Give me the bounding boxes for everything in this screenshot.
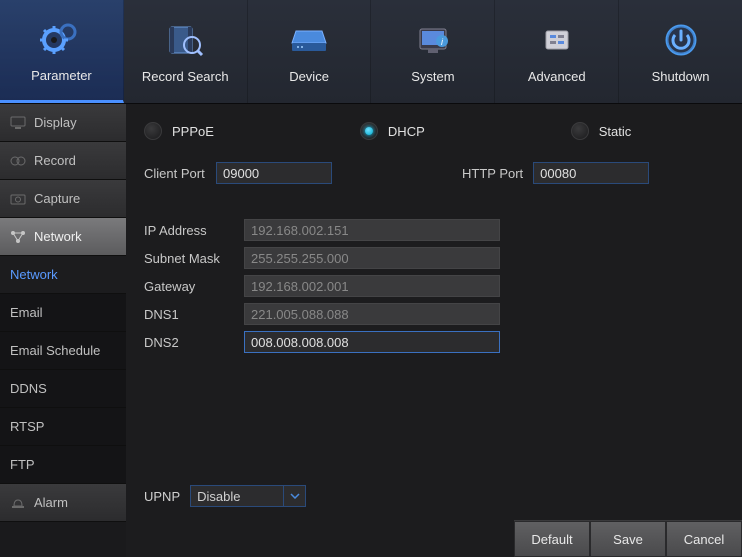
sidebar-label: Email Schedule	[10, 343, 100, 358]
sidebar-cat-display[interactable]: Display	[0, 104, 126, 142]
upnp-select[interactable]: Disable	[190, 485, 306, 507]
radio-label-pppoe: PPPoE	[172, 124, 214, 139]
gears-icon	[37, 18, 85, 60]
sidebar-label: Capture	[34, 191, 80, 206]
nav-device[interactable]: Device	[248, 0, 372, 103]
default-button[interactable]: Default	[514, 521, 590, 557]
nav-label: Shutdown	[652, 69, 710, 84]
chevron-down-icon	[283, 486, 305, 506]
nav-label: Record Search	[142, 69, 229, 84]
sidebar-label: Record	[34, 153, 76, 168]
subnet-mask-label: Subnet Mask	[144, 251, 234, 266]
nav-advanced[interactable]: Advanced	[495, 0, 619, 103]
power-icon	[657, 19, 705, 61]
http-port-label: HTTP Port	[462, 166, 523, 181]
sidebar-sub-rtsp[interactable]: RTSP	[0, 408, 126, 446]
http-port-input[interactable]	[533, 162, 649, 184]
nav-system[interactable]: i System	[371, 0, 495, 103]
gateway-label: Gateway	[144, 279, 234, 294]
sidebar-sub-ftp[interactable]: FTP	[0, 446, 126, 484]
sidebar-label: DDNS	[10, 381, 47, 396]
sidebar-label: Display	[34, 115, 77, 130]
nav-parameter[interactable]: Parameter	[0, 0, 124, 103]
radio-label-dhcp: DHCP	[388, 124, 425, 139]
ip-address-input	[244, 219, 500, 241]
sidebar-label: Network	[10, 267, 58, 282]
sidebar-sub-email-schedule[interactable]: Email Schedule	[0, 332, 126, 370]
save-button[interactable]: Save	[590, 521, 666, 557]
record-icon	[10, 153, 26, 169]
sidebar: Display Record Capture Network Network E…	[0, 104, 126, 557]
upnp-value: Disable	[197, 489, 240, 504]
sidebar-cat-record[interactable]: Record	[0, 142, 126, 180]
device-icon	[285, 19, 333, 61]
dns1-input	[244, 303, 500, 325]
sidebar-sub-ddns[interactable]: DDNS	[0, 370, 126, 408]
action-buttons: Default Save Cancel	[514, 520, 742, 557]
sidebar-label: Alarm	[34, 495, 68, 510]
upnp-label: UPNP	[144, 489, 180, 504]
nav-shutdown[interactable]: Shutdown	[619, 0, 742, 103]
radio-label-static: Static	[599, 124, 632, 139]
client-port-input[interactable]	[216, 162, 332, 184]
sidebar-label: FTP	[10, 457, 35, 472]
sidebar-label: Network	[34, 229, 82, 244]
top-nav: Parameter Record Search Device	[0, 0, 742, 104]
sidebar-sub-email[interactable]: Email	[0, 294, 126, 332]
radio-pppoe[interactable]	[144, 122, 162, 140]
port-row: Client Port HTTP Port	[144, 162, 724, 184]
dns1-label: DNS1	[144, 307, 234, 322]
cancel-button[interactable]: Cancel	[666, 521, 742, 557]
sidebar-cat-capture[interactable]: Capture	[0, 180, 126, 218]
advanced-icon	[533, 19, 581, 61]
sidebar-cat-alarm[interactable]: Alarm	[0, 484, 126, 522]
radio-static[interactable]	[571, 122, 589, 140]
radio-dhcp[interactable]	[360, 122, 378, 140]
network-icon	[10, 229, 26, 245]
film-search-icon	[161, 19, 209, 61]
sidebar-sub-network[interactable]: Network	[0, 256, 126, 294]
system-icon: i	[409, 19, 457, 61]
sidebar-label: RTSP	[10, 419, 44, 434]
subnet-mask-input	[244, 247, 500, 269]
dns2-input[interactable]	[244, 331, 500, 353]
upnp-row: UPNP Disable	[144, 485, 306, 507]
nav-label: Advanced	[528, 69, 586, 84]
monitor-icon	[10, 115, 26, 131]
client-port-label: Client Port	[144, 166, 206, 181]
gateway-input	[244, 275, 500, 297]
capture-icon	[10, 191, 26, 207]
dns2-label: DNS2	[144, 335, 234, 350]
nav-label: Parameter	[31, 68, 92, 83]
main-panel: PPPoE DHCP Static Client Port HTTP Port …	[126, 104, 742, 557]
ip-address-label: IP Address	[144, 223, 234, 238]
nav-record-search[interactable]: Record Search	[124, 0, 248, 103]
nav-label: System	[411, 69, 454, 84]
network-mode-row: PPPoE DHCP Static	[144, 122, 724, 140]
sidebar-label: Email	[10, 305, 43, 320]
alarm-icon	[10, 495, 26, 511]
sidebar-cat-network[interactable]: Network	[0, 218, 126, 256]
nav-label: Device	[289, 69, 329, 84]
